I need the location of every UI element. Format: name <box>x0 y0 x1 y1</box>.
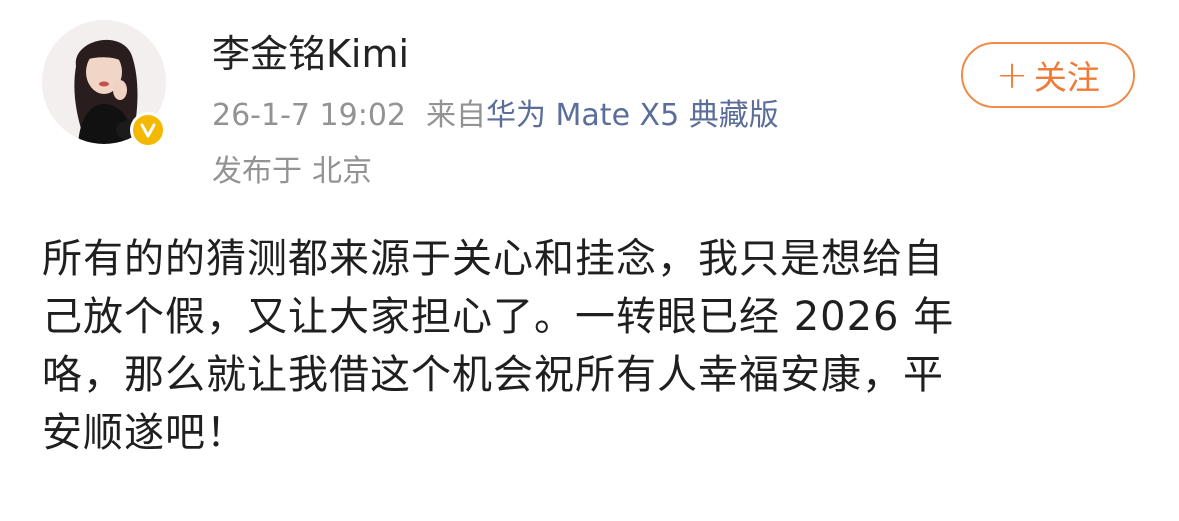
location-prefix: 发布于 <box>212 154 302 189</box>
post-timestamp: 26-1-7 19:02 <box>212 98 406 133</box>
source-device-link[interactable]: 华为 Mate X5 典藏版 <box>486 98 779 133</box>
verified-v-icon <box>140 123 156 138</box>
post-body-line: 所有的的猜测都来源于关心和挂念，我只是想给自 <box>42 236 944 282</box>
post-body-line: 安顺遂吧！ <box>42 410 247 456</box>
source-prefix: 来自 <box>426 98 486 133</box>
follow-button[interactable]: + 关注 <box>961 42 1135 108</box>
post-header: 李金铭Kimi 26-1-7 19:02 来自华为 Mate X5 典藏版 发布于… <box>0 0 1179 215</box>
location-name: 北京 <box>312 154 372 189</box>
author-avatar-container[interactable] <box>42 20 166 148</box>
plus-icon: + <box>996 53 1028 97</box>
post-location: 发布于 北京 <box>212 150 372 194</box>
post-body-line: 咯，那么就让我借这个机会祝所有人幸福安康，平 <box>42 352 944 398</box>
author-name[interactable]: 李金铭Kimi <box>212 30 409 78</box>
post-body: 所有的的猜测都来源于关心和挂念，我只是想给自 己放个假，又让大家担心了。一转眼已… <box>42 230 1092 462</box>
post-body-line: 己放个假，又让大家担心了。一转眼已经 2026 年 <box>42 294 955 340</box>
verified-badge <box>130 112 166 148</box>
follow-button-label: 关注 <box>1033 58 1100 97</box>
post-meta: 26-1-7 19:02 来自华为 Mate X5 典藏版 <box>212 94 779 138</box>
